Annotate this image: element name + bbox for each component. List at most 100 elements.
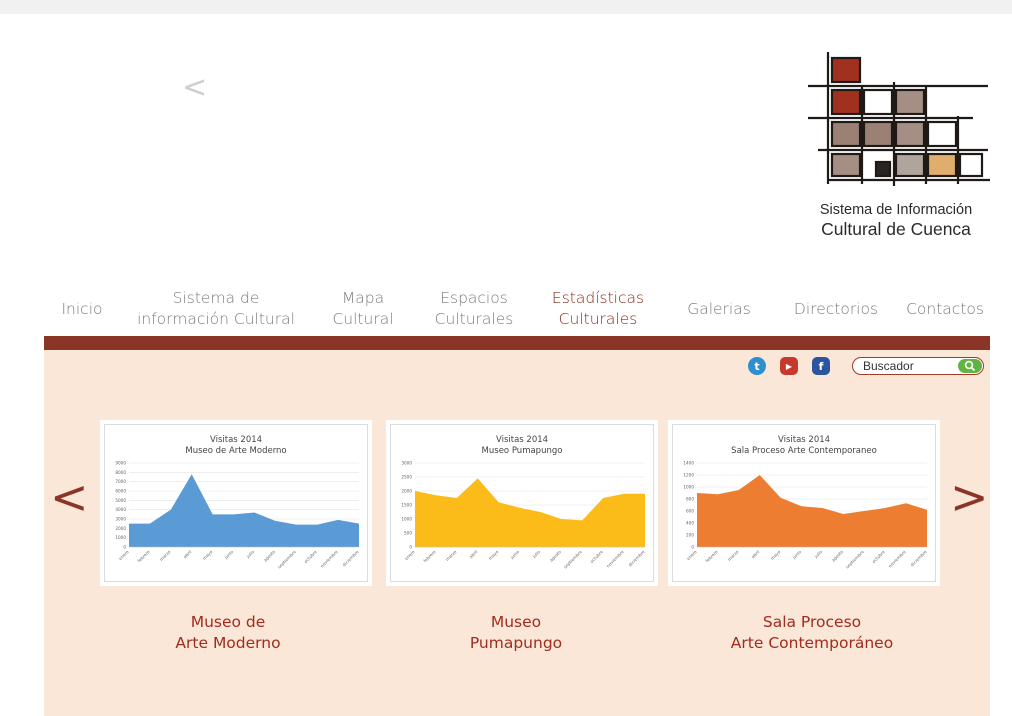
x-tick-label: octubre [589, 549, 604, 564]
x-tick-label: enero [118, 549, 130, 561]
x-tick-label: diciembre [627, 549, 646, 568]
x-tick-label: mayo [202, 549, 214, 561]
y-tick-label: 7000 [115, 479, 126, 484]
x-tick-label: mayo [488, 549, 500, 561]
x-tick-label: abril [750, 549, 760, 559]
x-tick-label: junio [791, 549, 803, 561]
x-tick-label: julio [813, 549, 824, 560]
y-tick-label: 1200 [683, 473, 694, 478]
x-tick-label: septiembre [845, 549, 866, 570]
nav-label-line2: Cultural [332, 310, 394, 328]
nav-item-mapa[interactable]: Mapa Cultural [320, 286, 406, 332]
nav-item-sistema[interactable]: Sistema de información Cultural [128, 286, 304, 332]
site-logo[interactable]: Sistema de Información Cultural de Cuenc… [798, 46, 994, 239]
y-tick-label: 500 [404, 531, 412, 536]
x-tick-label: diciembre [341, 549, 360, 568]
y-tick-label: 1000 [683, 485, 694, 490]
x-tick-label: diciembre [909, 549, 928, 568]
x-tick-label: noviembre [887, 549, 907, 569]
y-tick-label: 3000 [401, 461, 412, 466]
nav-label-line2: Culturales [434, 310, 514, 328]
x-tick-label: febrero [704, 549, 719, 564]
y-tick-label: 2000 [401, 489, 412, 494]
nav-label-line1: Mapa [341, 289, 385, 307]
chart-frame: Visitas 2014 Museo de Arte Moderno 0 1000… [104, 424, 368, 582]
y-tick-label: 1000 [401, 517, 412, 522]
area-chart-sala-proceso: 0 200 400 600 800 1000 1200 1400 enero febrero mar… [683, 461, 928, 570]
facebook-icon[interactable]: f [812, 357, 830, 375]
x-tick-label: marzo [159, 549, 172, 562]
y-tick-label: 2000 [115, 526, 126, 531]
top-strip [0, 0, 1012, 14]
carousel-prev-button[interactable]: < [50, 474, 89, 520]
logo-grid-icon [808, 52, 990, 186]
twitter-icon[interactable]: t [748, 357, 766, 375]
nav-item-directorios[interactable]: Directorios [780, 286, 892, 332]
y-tick-label: 2500 [401, 475, 412, 480]
logo-line-1: Sistema de Información [819, 202, 973, 218]
x-tick-label: septiembre [563, 549, 584, 570]
y-tick-label: 0 [409, 545, 412, 550]
x-tick-label: febrero [136, 549, 151, 564]
caption-line1: Museo [490, 613, 542, 631]
caption-sala-proceso[interactable]: Sala Proceso Arte Contemporáneo [682, 612, 942, 654]
x-tick-label: enero [404, 549, 416, 561]
y-tick-label: 600 [686, 509, 694, 514]
caption-pumapungo[interactable]: Museo Pumapungo [386, 612, 646, 654]
y-tick-label: 0 [123, 545, 126, 550]
x-tick-label: julio [531, 549, 542, 560]
x-tick-label: junio [223, 549, 235, 561]
area-chart-pumapungo: 0 500 1000 1500 2000 2500 3000 enero febrero marz… [401, 461, 646, 570]
x-tick-label: julio [245, 549, 256, 560]
x-tick-label: abril [182, 549, 192, 559]
y-tick-label: 400 [686, 521, 694, 526]
x-tick-label: marzo [727, 549, 740, 562]
nav-label: Galerias [687, 299, 751, 318]
nav-item-inicio[interactable]: Inicio [44, 286, 120, 332]
nav-label-line1: Espacios [440, 289, 508, 307]
search-button[interactable] [958, 359, 982, 373]
chart-card-arte-moderno[interactable]: Visitas 2014 Museo de Arte Moderno 0 1000… [100, 420, 372, 586]
search-input[interactable] [863, 359, 953, 373]
x-tick-label: agosto [263, 549, 277, 563]
chart-card-pumapungo[interactable]: Visitas 2014 Museo Pumapungo 0 500 1000 150… [386, 420, 658, 586]
x-tick-label: noviembre [319, 549, 339, 569]
x-tick-label: abril [468, 549, 478, 559]
y-tick-label: 200 [686, 533, 694, 538]
chart-frame: Visitas 2014 Museo Pumapungo 0 500 1000 150… [390, 424, 654, 582]
y-tick-label: 3000 [115, 517, 126, 522]
logo-line-2: Cultural de Cuenca [821, 219, 971, 239]
caption-line1: Museo de [190, 613, 266, 631]
chart-frame: Visitas 2014 Sala Proceso Arte Contempor… [672, 424, 936, 582]
nav-item-contactos[interactable]: Contactos [900, 286, 990, 332]
twitter-glyph: t [754, 359, 760, 373]
logo-text: Sistema de Información Cultural de Cuenc… [798, 202, 994, 240]
caption-line2: Arte Moderno [175, 634, 281, 652]
area-series [697, 475, 927, 547]
search-icon [964, 360, 976, 372]
nav-label-line2: información Cultural [137, 310, 295, 328]
caption-arte-moderno[interactable]: Museo de Arte Moderno [98, 612, 358, 654]
x-tick-label: marzo [445, 549, 458, 562]
nav-item-estadisticas[interactable]: Estadísticas Culturales [540, 286, 656, 332]
nav-label: Inicio [61, 299, 103, 318]
facebook-glyph: f [818, 359, 824, 373]
carousel-next-button[interactable]: > [950, 474, 989, 520]
youtube-glyph: ▶ [785, 361, 793, 371]
x-tick-label: enero [686, 549, 698, 561]
x-tick-label: agosto [549, 549, 563, 563]
nav-item-espacios[interactable]: Espacios Culturales [424, 286, 524, 332]
caption-line1: Sala Proceso [762, 613, 862, 631]
chart-card-sala-proceso[interactable]: Visitas 2014 Sala Proceso Arte Contempor… [668, 420, 940, 586]
area-chart-arte-moderno: 0 1000 2000 3000 4000 5000 6000 7000 8000 9000 ene… [115, 461, 360, 570]
y-tick-label: 1000 [115, 535, 126, 540]
youtube-icon[interactable]: ▶ [780, 357, 798, 375]
back-arrow-icon[interactable]: < [182, 70, 207, 105]
y-tick-label: 0 [691, 545, 694, 550]
nav-label-line2: Culturales [558, 310, 638, 328]
nav-item-galerias[interactable]: Galerias [674, 286, 764, 332]
nav-label: Contactos [906, 299, 984, 318]
y-tick-label: 1500 [401, 503, 412, 508]
caption-line2: Pumapungo [469, 634, 563, 652]
x-tick-label: febrero [422, 549, 437, 564]
